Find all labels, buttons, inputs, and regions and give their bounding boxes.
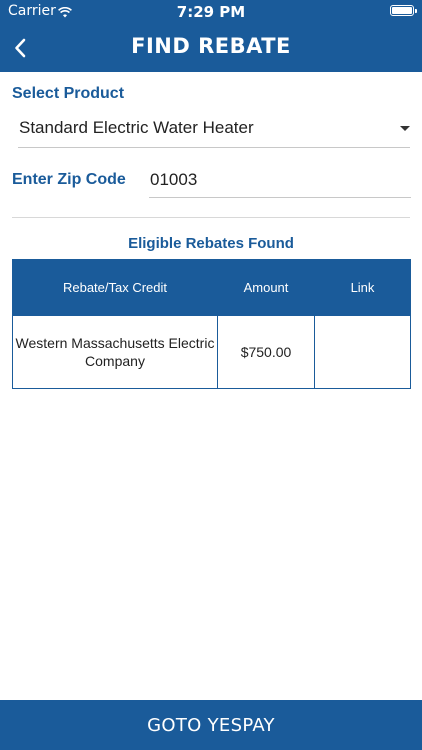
product-select[interactable]: Standard Electric Water Heater [18, 112, 410, 148]
column-header-link: Link [314, 259, 411, 316]
header-bar: Carrier 7:29 PM FIND REBATE [0, 0, 422, 72]
table-row: Western Massachusetts Electric Company $… [12, 315, 411, 389]
rebate-link-cell[interactable] [314, 315, 411, 389]
find-rebate-screen: Carrier 7:29 PM FIND REBATE Select Produ… [0, 0, 422, 750]
select-product-label: Select Product [12, 85, 125, 102]
product-select-value: Standard Electric Water Heater [19, 118, 254, 137]
column-header-amount: Amount [217, 259, 315, 316]
goto-yespay-button[interactable]: GOTO YESPAY [0, 700, 422, 750]
rebate-table: Rebate/Tax Credit Amount Link Western Ma… [12, 259, 411, 389]
column-header-rebate: Rebate/Tax Credit [12, 259, 218, 316]
section-divider [12, 217, 410, 218]
caret-down-icon [400, 126, 410, 131]
results-heading: Eligible Rebates Found [128, 235, 294, 252]
status-time: 7:29 PM [176, 3, 246, 21]
page-title: FIND REBATE [131, 34, 291, 58]
zip-code-input[interactable] [149, 163, 411, 198]
rebate-name-cell: Western Massachusetts Electric Company [12, 315, 218, 389]
battery-icon [390, 5, 417, 16]
zip-code-label: Enter Zip Code [12, 171, 126, 188]
status-bar: Carrier 7:29 PM [0, 0, 422, 24]
nav-bar: FIND REBATE [0, 24, 422, 72]
table-header-row: Rebate/Tax Credit Amount Link [12, 259, 411, 316]
rebate-amount-cell: $750.00 [217, 315, 315, 389]
